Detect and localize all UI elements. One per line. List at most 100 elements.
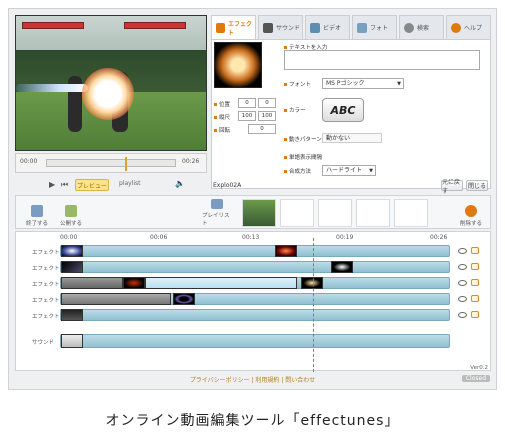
effect-track-1[interactable] [60,245,450,257]
timeline-clip[interactable] [275,245,297,257]
timeline-clip[interactable] [123,277,145,289]
publish-button[interactable]: 公開する [56,199,86,227]
timeline-clip[interactable] [61,309,83,321]
position-x[interactable]: 0 [238,98,256,108]
seek-track[interactable] [46,157,176,171]
tick-4: 00:26 [430,234,448,241]
tab-search[interactable]: 検索 [399,15,444,39]
effect-track-3[interactable] [60,277,450,289]
revert-button[interactable]: 元に戻す [441,179,463,195]
lock-icon[interactable] [471,263,479,270]
exit-button[interactable]: 終了する [22,199,52,227]
scale-y[interactable]: 100 [258,111,276,121]
delete-button[interactable]: 削除する [456,199,486,227]
close-button[interactable]: 閉じる [466,180,488,191]
sound-track[interactable] [60,334,450,348]
effect-track-5[interactable] [60,309,450,321]
lock-icon[interactable] [471,247,479,254]
tick-2: 00:13 [242,234,260,241]
effect-thumbnail [214,42,262,88]
sparkle-icon [216,22,225,33]
privacy-link[interactable]: プライバシーポリシー [190,377,250,384]
timeline-clip[interactable] [331,261,353,273]
tick-0: 00:00 [60,234,78,241]
tab-help[interactable]: ヘルプ [446,15,491,39]
track-label: エフェクト [32,282,60,288]
tab-sound[interactable]: サウンド [258,15,303,39]
explosion-effect[interactable] [82,68,134,120]
rotation-value[interactable]: 0 [248,124,276,134]
chevron-down-icon: ▼ [397,81,401,87]
blend-select[interactable]: ハードライト ▼ [322,165,376,176]
timeline-clip[interactable] [173,293,195,305]
clip-slot-5[interactable] [394,199,428,227]
time-end: 00:26 [182,158,200,165]
scale-x[interactable]: 100 [238,111,256,121]
tick-3: 00:19 [336,234,354,241]
playhead[interactable] [313,238,314,372]
eye-icon[interactable] [458,264,467,270]
preview-button[interactable]: プレビュー [75,179,109,191]
tab-video[interactable]: ビデオ [305,15,350,39]
playlist-button[interactable]: プレイリスト [202,199,232,227]
lock-icon[interactable] [471,279,479,286]
time-start: 00:00 [20,158,38,165]
timeline-clip[interactable] [61,334,83,348]
track-label: エフェクト [32,266,60,272]
clip-slot-2[interactable] [280,199,314,227]
lock-icon[interactable] [471,295,479,302]
chevron-down-icon: ▼ [369,168,373,174]
eye-icon[interactable] [458,280,467,286]
effect-track-4[interactable] [60,293,450,305]
font-value: MS Pゴシック [326,80,365,87]
tick-1: 00:06 [150,234,168,241]
position-y[interactable]: 0 [258,98,276,108]
tab-photo[interactable]: フォト [352,15,397,39]
clip-slot-3[interactable] [318,199,352,227]
eye-icon[interactable] [458,312,467,318]
timeline-clip[interactable] [61,261,83,273]
tab-strip: エフェクト サウンド ビデオ フォト 検索 ヘルプ [211,15,491,39]
clip-slot-4[interactable] [356,199,390,227]
exit-label: 終了する [25,221,48,227]
eye-icon[interactable] [458,296,467,302]
effect-track-2[interactable] [60,261,450,273]
blend-label: 合成方法 [284,167,311,175]
clip-slot-1[interactable] [242,199,276,227]
font-label: フォント [284,80,311,88]
timeline-clip[interactable] [301,277,323,289]
blend-value: ハードライト [326,167,363,174]
color-label: カラー [284,106,306,114]
exit-icon [31,205,43,217]
rewind-icon[interactable]: ⏮ [61,180,68,190]
play-icon[interactable]: ▶ [49,180,55,189]
volume-icon[interactable]: 🔈 [175,179,185,188]
eye-icon[interactable] [458,248,467,254]
caption: オンライン動画編集ツール「effectunes」 [105,413,400,429]
preview-seek-bar[interactable]: 00:00 00:26 [15,153,207,173]
tab-label: フォト [370,25,389,32]
timeline-clip[interactable] [61,277,123,289]
seek-marker[interactable] [125,157,127,171]
effect-settings-panel: テキストを入力 フォント MS Pゴシック ▼ カラー ABC 動きパターン 動か… [211,39,491,189]
help-icon [451,22,461,33]
delete-icon [465,205,477,217]
timeline[interactable]: 00:00 00:06 00:13 00:19 00:26 エフェクト エフェク… [15,231,491,372]
tab-effect[interactable]: エフェクト [211,15,256,39]
motion-select[interactable]: 動かない [322,133,382,143]
version-label: Ver0.2 [470,365,488,371]
publish-icon [65,205,77,217]
terms-link[interactable]: 利用規約 [255,377,279,384]
contact-link[interactable]: 問い合わせ [285,377,315,384]
video-preview[interactable] [15,15,207,151]
timeline-clip[interactable] [61,245,83,257]
color-sample-button[interactable]: ABC [322,98,364,122]
timeline-clip[interactable] [61,293,171,305]
timeline-clip[interactable] [145,277,297,289]
text-input[interactable] [284,50,480,70]
lock-icon[interactable] [471,311,479,318]
playlist-toggle[interactable]: playlist [119,180,141,187]
track-label: エフェクト [32,314,60,320]
photo-icon [357,22,367,33]
font-select[interactable]: MS Pゴシック ▼ [322,78,404,89]
